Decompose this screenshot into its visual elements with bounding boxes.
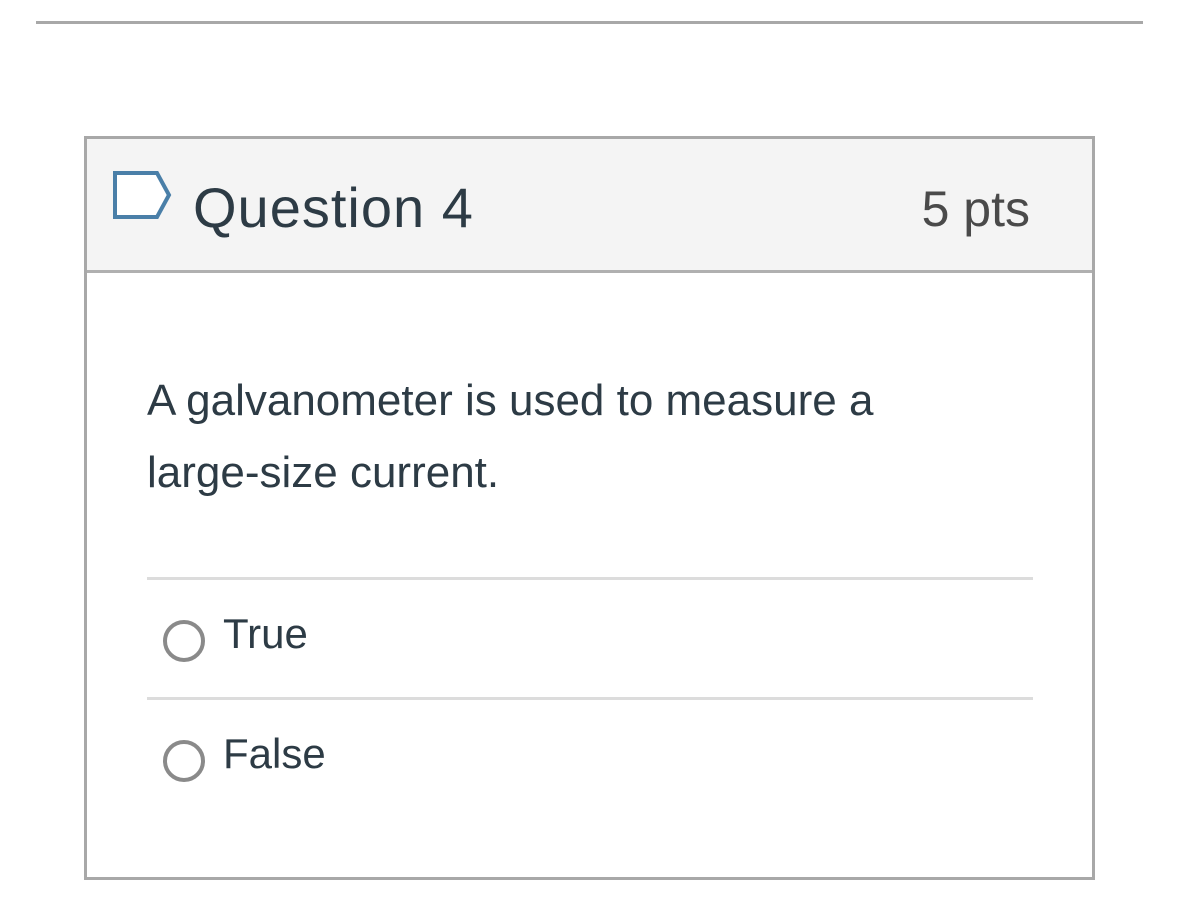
answer-option-true[interactable]: True: [147, 580, 1033, 696]
question-text: A galvanometer is used to measure a larg…: [147, 376, 874, 497]
radio-button-false[interactable]: [163, 740, 205, 782]
question-header: Question 4 5 pts: [87, 139, 1092, 273]
top-divider: [36, 21, 1143, 24]
question-points: 5 pts: [921, 181, 1030, 237]
answer-label-true[interactable]: True: [223, 609, 308, 659]
answer-label-false[interactable]: False: [223, 729, 326, 779]
question-card: Question 4 5 pts A galvanometer is used …: [84, 136, 1095, 880]
radio-button-true[interactable]: [163, 620, 205, 662]
answer-option-false[interactable]: False: [147, 700, 1033, 816]
flag-outline-icon[interactable]: [111, 169, 175, 221]
question-title: Question 4: [193, 176, 474, 239]
